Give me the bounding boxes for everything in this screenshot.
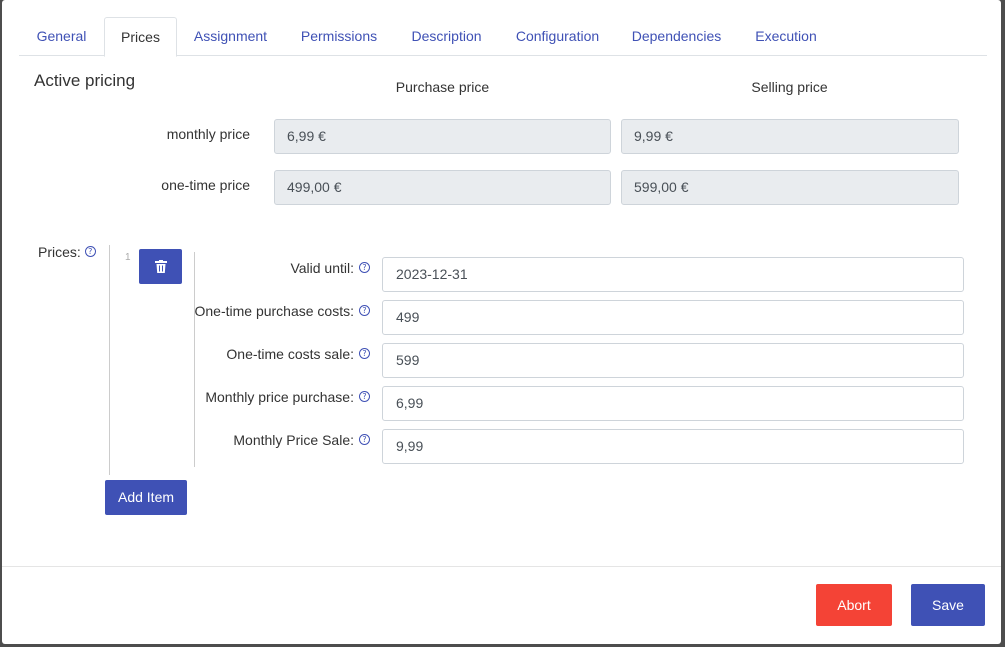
footer-divider xyxy=(2,566,1001,567)
delete-item-button[interactable] xyxy=(139,249,182,284)
one-time-purchase-costs-input[interactable]: 499 xyxy=(382,300,964,335)
item-divider xyxy=(194,252,195,467)
one-time-price-label: one-time price xyxy=(161,177,250,193)
tab-assignment[interactable]: Assignment xyxy=(177,17,284,56)
valid-until-label: Valid until:? xyxy=(290,260,370,276)
tab-prices[interactable]: Prices xyxy=(104,17,177,57)
one-time-purchase-costs-label: One-time purchase costs:? xyxy=(194,303,370,319)
one-time-selling-price-field: 599,00 € xyxy=(621,170,959,205)
tab-bar: General Prices Assignment Permissions De… xyxy=(19,17,987,57)
monthly-price-purchase-input[interactable]: 6,99 xyxy=(382,386,964,421)
tab-general[interactable]: General xyxy=(19,17,104,56)
purchase-price-header: Purchase price xyxy=(395,79,490,95)
monthly-price-sale-label: Monthly Price Sale:? xyxy=(233,432,370,448)
selling-price-header: Selling price xyxy=(751,79,828,95)
prices-label: Prices:? xyxy=(38,244,96,260)
tab-execution[interactable]: Execution xyxy=(737,17,835,56)
valid-until-label-text: Valid until: xyxy=(290,260,354,276)
question-circle-icon[interactable]: ? xyxy=(359,391,370,402)
valid-until-input[interactable]: 2023-12-31 xyxy=(382,257,964,292)
save-button[interactable]: Save xyxy=(911,584,985,626)
question-circle-icon[interactable]: ? xyxy=(359,262,370,273)
monthly-price-purchase-label-text: Monthly price purchase: xyxy=(205,389,354,405)
tab-configuration[interactable]: Configuration xyxy=(499,17,616,56)
add-item-button[interactable]: Add Item xyxy=(105,480,187,515)
monthly-price-sale-input[interactable]: 9,99 xyxy=(382,429,964,464)
monthly-purchase-price-field: 6,99 € xyxy=(274,119,611,154)
array-left-border xyxy=(109,245,110,475)
tab-description[interactable]: Description xyxy=(394,17,499,56)
question-circle-icon[interactable]: ? xyxy=(359,348,370,359)
tab-dependencies[interactable]: Dependencies xyxy=(616,17,737,56)
abort-button[interactable]: Abort xyxy=(816,584,892,626)
question-circle-icon[interactable]: ? xyxy=(84,246,96,257)
tab-permissions[interactable]: Permissions xyxy=(284,17,394,56)
question-circle-icon[interactable]: ? xyxy=(359,305,370,316)
monthly-price-label: monthly price xyxy=(166,126,250,142)
active-pricing-title: Active pricing xyxy=(34,71,136,90)
trash-icon xyxy=(154,260,167,273)
monthly-price-purchase-label: Monthly price purchase:? xyxy=(205,389,370,405)
one-time-costs-sale-label-text: One-time costs sale: xyxy=(226,346,354,362)
item-index: 1 xyxy=(125,252,131,263)
product-edit-dialog: General Prices Assignment Permissions De… xyxy=(2,0,1001,644)
question-circle-icon[interactable]: ? xyxy=(359,434,370,445)
monthly-selling-price-field: 9,99 € xyxy=(621,119,959,154)
one-time-costs-sale-input[interactable]: 599 xyxy=(382,343,964,378)
monthly-price-sale-label-text: Monthly Price Sale: xyxy=(233,432,354,448)
one-time-purchase-price-field: 499,00 € xyxy=(274,170,611,205)
one-time-costs-sale-label: One-time costs sale:? xyxy=(226,346,370,362)
prices-label-text: Prices: xyxy=(38,244,81,260)
one-time-purchase-costs-label-text: One-time purchase costs: xyxy=(194,303,354,319)
